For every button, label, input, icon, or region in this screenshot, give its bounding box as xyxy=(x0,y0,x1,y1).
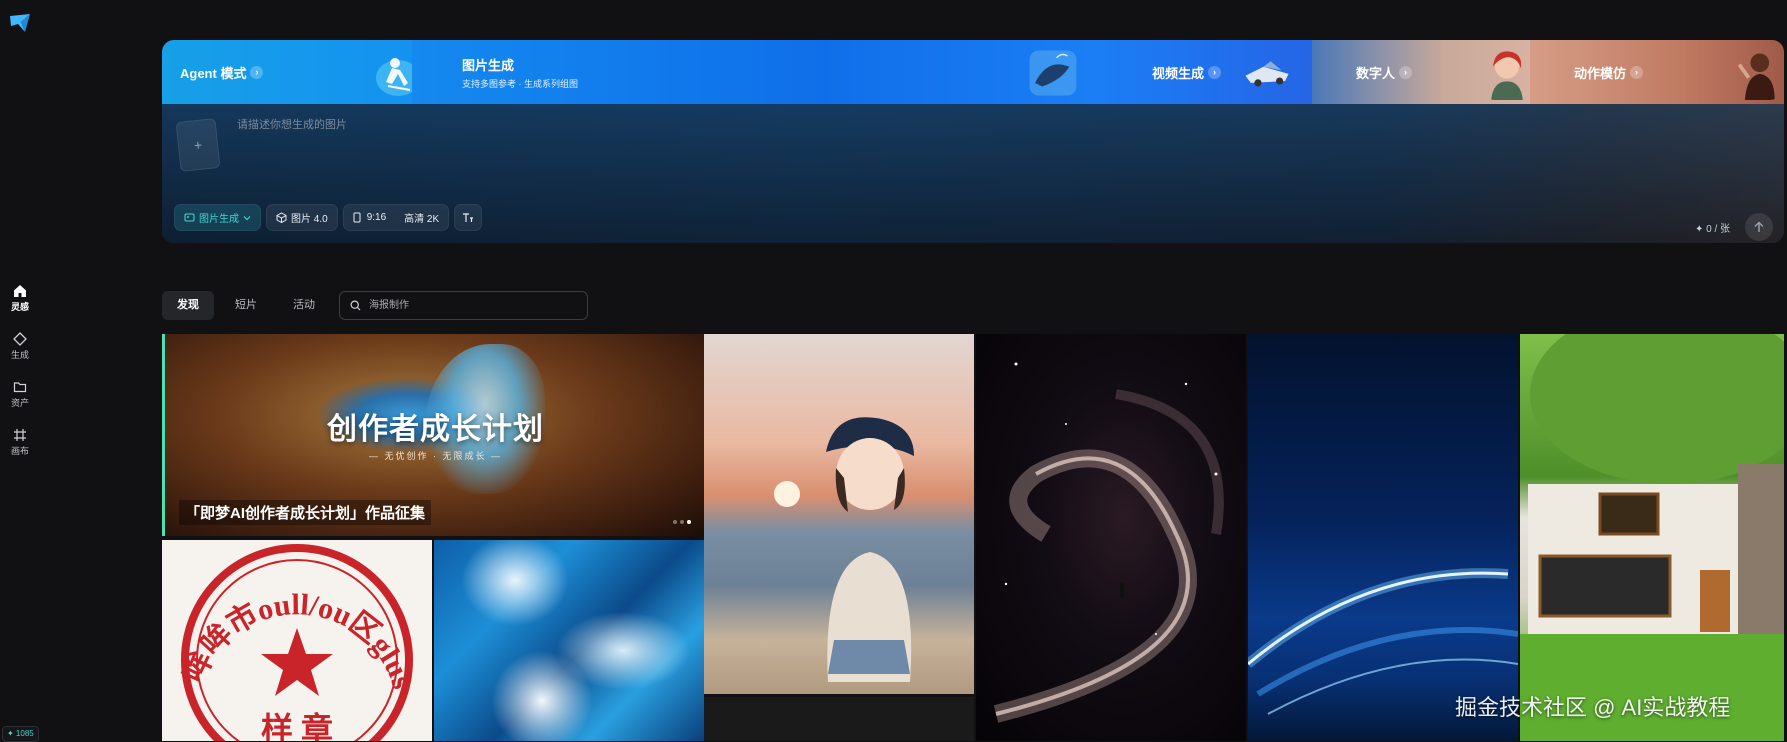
sidebar-item-canvas[interactable]: 画布 xyxy=(0,428,40,457)
creation-panel: Agent 模式 › 图片生成 支持多图参考 · 生成系列组图 视频生成 › 数字人… xyxy=(162,40,1784,243)
prompt-area: + 图片生成 图片 4.0 9:16 高清 2K ✦ 0 / 张 xyxy=(162,104,1784,243)
gallery-item-light-streak[interactable] xyxy=(1248,334,1518,741)
sidebar-item-generate[interactable]: 生成 xyxy=(0,332,40,361)
sidebar-item-assets[interactable]: 资产 xyxy=(0,380,40,409)
diamond-icon xyxy=(13,332,27,346)
home-icon xyxy=(14,285,26,297)
galaxy-swirl xyxy=(993,362,1224,723)
gallery-item-seal[interactable]: 哞哞市oull/ou区gluson局 样 章 xyxy=(162,540,432,741)
gallery-item-galaxy[interactable] xyxy=(976,334,1246,741)
mode-image-subtitle: 支持多图参考 · 生成系列组图 xyxy=(462,78,578,89)
credits-badge[interactable]: ✦ 1085 xyxy=(2,726,39,742)
whale-illustration-icon xyxy=(1029,50,1077,96)
app-logo-icon[interactable] xyxy=(9,12,31,34)
portrait-ratio-icon xyxy=(353,212,361,223)
carousel-dots[interactable] xyxy=(673,520,691,524)
mode-agent-label: Agent 模式 xyxy=(180,65,247,81)
model-label: 图片 4.0 xyxy=(291,214,328,225)
sunset-sun xyxy=(774,481,800,507)
banner-tagline: — 无优创作 · 无限成长 — xyxy=(369,451,502,461)
canvas-icon xyxy=(14,429,26,441)
text-format-icon xyxy=(463,213,474,222)
dancer-character-icon xyxy=(1737,53,1775,100)
gallery-item-house[interactable] xyxy=(1520,334,1784,741)
chevron-down-icon xyxy=(243,215,251,220)
feed-tabs: 发现 短片 活动 xyxy=(162,291,330,320)
child-figure xyxy=(826,417,914,682)
tab-shorts[interactable]: 短片 xyxy=(220,291,272,320)
sidebar-item-inspiration[interactable]: 灵感 xyxy=(0,284,40,313)
redhead-character-icon xyxy=(1491,51,1523,100)
mode-agent[interactable]: Agent 模式 › xyxy=(162,40,412,104)
mode-video-generation[interactable]: 视频生成 › xyxy=(1094,40,1312,104)
ratio-quality-button[interactable]: 9:16 高清 2K xyxy=(342,204,450,231)
left-rail: 灵感 生成 资产 画布 ✦ 1085 xyxy=(0,0,40,742)
sidebar-item-label: 生成 xyxy=(10,350,29,360)
chevron-right-icon: › xyxy=(1208,65,1222,79)
add-reference-button[interactable]: + xyxy=(175,118,221,172)
mode-image-generation[interactable]: 图片生成 支持多图参考 · 生成系列组图 xyxy=(412,40,1094,104)
search-box[interactable] xyxy=(339,291,588,320)
mode-motion-imitation[interactable]: 动作模仿 › xyxy=(1530,40,1784,104)
model-select-button[interactable]: 图片 4.0 xyxy=(266,204,338,231)
chevron-right-icon: › xyxy=(250,65,264,79)
mode-video-label: 视频生成 xyxy=(1152,65,1205,81)
mode-bar: Agent 模式 › 图片生成 支持多图参考 · 生成系列组图 视频生成 › 数字人… xyxy=(162,40,1784,104)
search-icon xyxy=(350,300,361,311)
mode-motion-label: 动作模仿 xyxy=(1574,65,1627,81)
banner-caption: 「即梦AI创作者成长计划」作品征集 xyxy=(179,500,432,525)
sidebar-item-label: 画布 xyxy=(10,446,29,456)
image-generate-icon xyxy=(184,213,195,222)
cube-icon xyxy=(276,212,287,223)
quality-label: 高清 2K xyxy=(404,214,440,225)
generation-type-label: 图片生成 xyxy=(199,214,239,225)
skater-illustration-icon xyxy=(376,58,412,96)
car-illustration-icon xyxy=(1245,61,1289,87)
folder-icon xyxy=(13,382,27,393)
text-format-button[interactable] xyxy=(454,204,483,231)
mode-digital-human[interactable]: 数字人 › xyxy=(1312,40,1530,104)
sidebar-item-label: 灵感 xyxy=(10,302,29,312)
ratio-label: 9:16 xyxy=(366,212,387,223)
mode-digital-human-label: 数字人 xyxy=(1356,65,1396,81)
send-button[interactable] xyxy=(1745,213,1773,241)
watermark-text: 掘金技术社区 @ AI实战教程 xyxy=(1455,695,1731,720)
tab-activity[interactable]: 活动 xyxy=(278,291,330,320)
chevron-right-icon: › xyxy=(1630,65,1644,79)
gallery-item-blue-marble[interactable] xyxy=(434,540,704,741)
mode-image-label: 图片生成 xyxy=(462,57,515,73)
search-input[interactable] xyxy=(367,299,571,312)
chevron-right-icon: › xyxy=(1399,65,1413,79)
generation-type-dropdown[interactable]: 图片生成 xyxy=(174,204,261,231)
gallery-item-dark[interactable] xyxy=(704,697,974,741)
sidebar-item-label: 资产 xyxy=(10,398,29,408)
seal-bottom-text: 样 章 xyxy=(261,711,333,741)
image-count: ✦ 0 / 张 xyxy=(1695,224,1731,235)
house-illustration xyxy=(1520,334,1784,741)
banner-headline: 创作者成长计划 xyxy=(327,413,544,446)
arrow-up-icon xyxy=(1754,221,1764,232)
generation-toolbar: 图片生成 图片 4.0 9:16 高清 2K xyxy=(174,204,483,231)
prompt-input[interactable] xyxy=(235,118,1139,132)
light-streak xyxy=(1248,568,1518,715)
banner-creator-program[interactable]: 创作者成长计划 — 无优创作 · 无限成长 — 「即梦AI创作者成长计划」作品征… xyxy=(162,334,706,536)
red-seal-image: 哞哞市oull/ou区gluson局 样 章 xyxy=(162,540,419,741)
gallery-item-girl-beach[interactable] xyxy=(704,334,974,694)
tab-discover[interactable]: 发现 xyxy=(162,291,214,320)
inspiration-gallery: 创作者成长计划 — 无优创作 · 无限成长 — 「即梦AI创作者成长计划」作品征… xyxy=(162,334,1784,741)
